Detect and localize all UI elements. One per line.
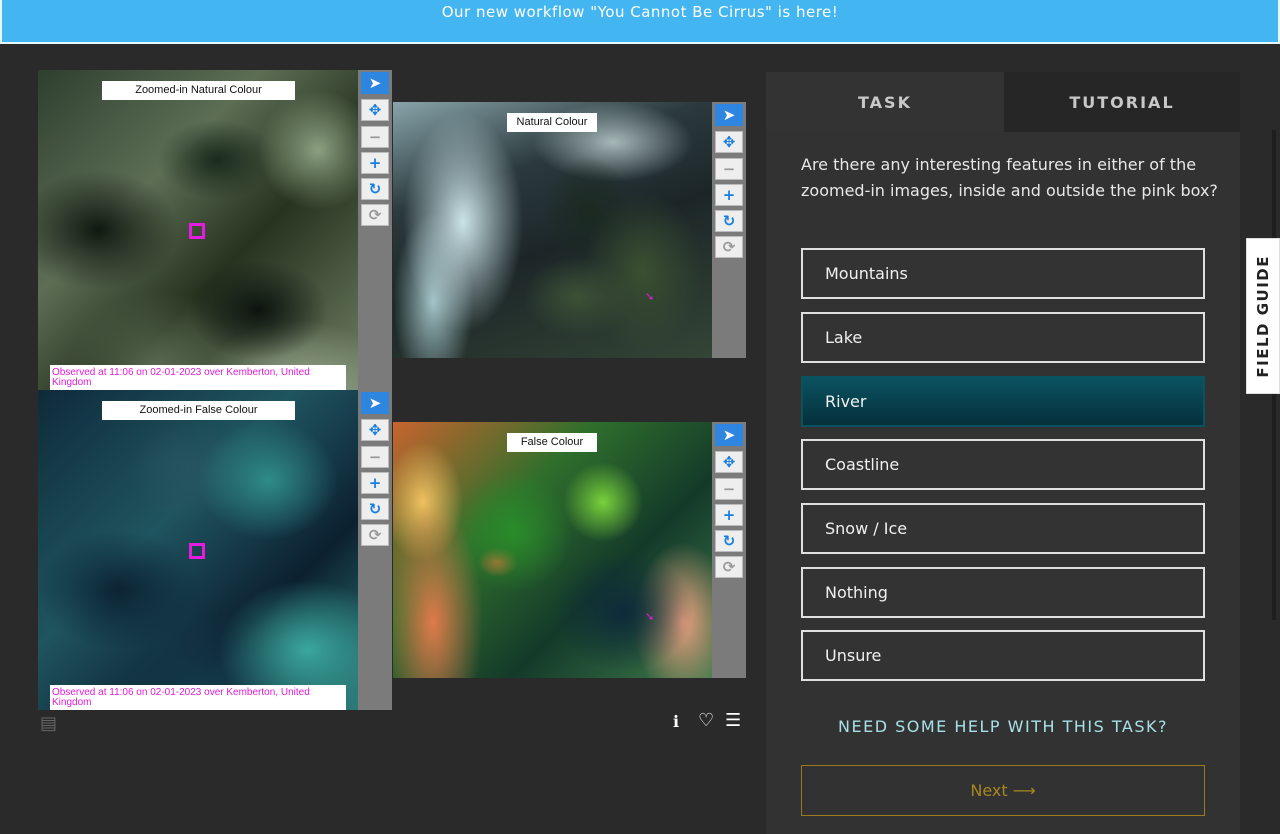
viewer-toolbar: ➤ ✥ − + ↻ ⟳ — [712, 422, 746, 678]
answer-snow-ice[interactable]: Snow / Ice — [801, 503, 1205, 554]
rotate-button[interactable]: ↻ — [361, 178, 389, 200]
answer-coastline[interactable]: Coastline — [801, 439, 1205, 490]
move-tool-button[interactable]: ✥ — [361, 419, 389, 441]
announcement-banner[interactable]: Our new workflow "You Cannot Be Cirrus" … — [0, 0, 1280, 44]
reset-view-button[interactable]: ⟳ — [361, 204, 389, 226]
zoomed-false-colour-viewer[interactable]: Zoomed-in False Colour Observed at 11:06… — [38, 390, 358, 710]
answer-unsure[interactable]: Unsure — [801, 630, 1205, 681]
zoom-in-button[interactable]: + — [715, 504, 743, 526]
rotate-button[interactable]: ↻ — [715, 210, 743, 232]
field-guide-tab[interactable]: FIELD GUIDE — [1246, 238, 1280, 394]
info-icon[interactable]: ℹ — [673, 712, 679, 731]
zoom-out-button[interactable]: − — [361, 446, 389, 468]
reset-view-button[interactable]: ⟳ — [361, 524, 389, 546]
pointer-tool-button[interactable]: ➤ — [361, 392, 389, 414]
zoomed-natural-colour-viewer[interactable]: Zoomed-in Natural Colour Observed at 11:… — [38, 70, 358, 390]
pink-location-marker: ➘ — [645, 610, 655, 623]
zoom-in-button[interactable]: + — [361, 472, 389, 494]
rotate-button[interactable]: ↻ — [361, 498, 389, 520]
viewer-toolbar: ➤ ✥ − + ↻ ⟳ — [358, 390, 392, 710]
zoom-in-button[interactable]: + — [715, 184, 743, 206]
move-tool-button[interactable]: ✥ — [361, 99, 389, 121]
viewer-toolbar: ➤ ✥ − + ↻ ⟳ — [712, 102, 746, 358]
task-panel: TASK TUTORIAL Are there any interesting … — [766, 72, 1240, 834]
filmstrip-icon[interactable]: ▤ — [40, 713, 57, 734]
viewer-label: Natural Colour — [507, 113, 597, 132]
answer-mountains[interactable]: Mountains — [801, 248, 1205, 299]
task-help-link[interactable]: NEED SOME HELP WITH THIS TASK? — [801, 717, 1205, 736]
answer-river[interactable]: River — [801, 376, 1205, 427]
zoom-out-button[interactable]: − — [715, 478, 743, 500]
zoom-in-button[interactable]: + — [361, 152, 389, 174]
announcement-text: Our new workflow "You Cannot Be Cirrus" … — [441, 3, 839, 21]
reset-view-button[interactable]: ⟳ — [715, 556, 743, 578]
observation-caption: Observed at 11:06 on 02-01-2023 over Kem… — [50, 365, 346, 390]
reset-view-button[interactable]: ⟳ — [715, 236, 743, 258]
favorite-heart-icon[interactable]: ♡ — [698, 710, 714, 731]
answer-lake[interactable]: Lake — [801, 312, 1205, 363]
tab-task[interactable]: TASK — [766, 72, 1004, 132]
tab-tutorial[interactable]: TUTORIAL — [1004, 72, 1240, 132]
next-button[interactable]: Next ⟶ — [801, 765, 1205, 816]
zoom-out-button[interactable]: − — [715, 158, 743, 180]
viewer-label: Zoomed-in Natural Colour — [102, 81, 295, 100]
pointer-tool-button[interactable]: ➤ — [715, 104, 743, 126]
natural-colour-viewer[interactable]: Natural Colour ➘ — [393, 102, 712, 358]
pink-target-box — [189, 543, 205, 559]
pink-target-box — [189, 223, 205, 239]
zoom-out-button[interactable]: − — [361, 126, 389, 148]
move-tool-button[interactable]: ✥ — [715, 451, 743, 473]
pointer-tool-button[interactable]: ➤ — [361, 72, 389, 94]
rotate-button[interactable]: ↻ — [715, 530, 743, 552]
viewer-label: Zoomed-in False Colour — [102, 401, 295, 420]
false-colour-viewer[interactable]: False Colour ➘ — [393, 422, 712, 678]
move-tool-button[interactable]: ✥ — [715, 131, 743, 153]
task-question: Are there any interesting features in ei… — [801, 155, 1218, 200]
observation-caption: Observed at 11:06 on 02-01-2023 over Kem… — [50, 685, 346, 710]
viewer-label: False Colour — [507, 433, 597, 452]
pointer-tool-button[interactable]: ➤ — [715, 424, 743, 446]
answer-nothing[interactable]: Nothing — [801, 567, 1205, 618]
collections-list-icon[interactable]: ☰ — [725, 710, 741, 731]
pink-location-marker: ➘ — [645, 290, 655, 303]
viewer-toolbar: ➤ ✥ − + ↻ ⟳ — [358, 70, 392, 390]
field-guide-label: FIELD GUIDE — [1254, 254, 1272, 378]
